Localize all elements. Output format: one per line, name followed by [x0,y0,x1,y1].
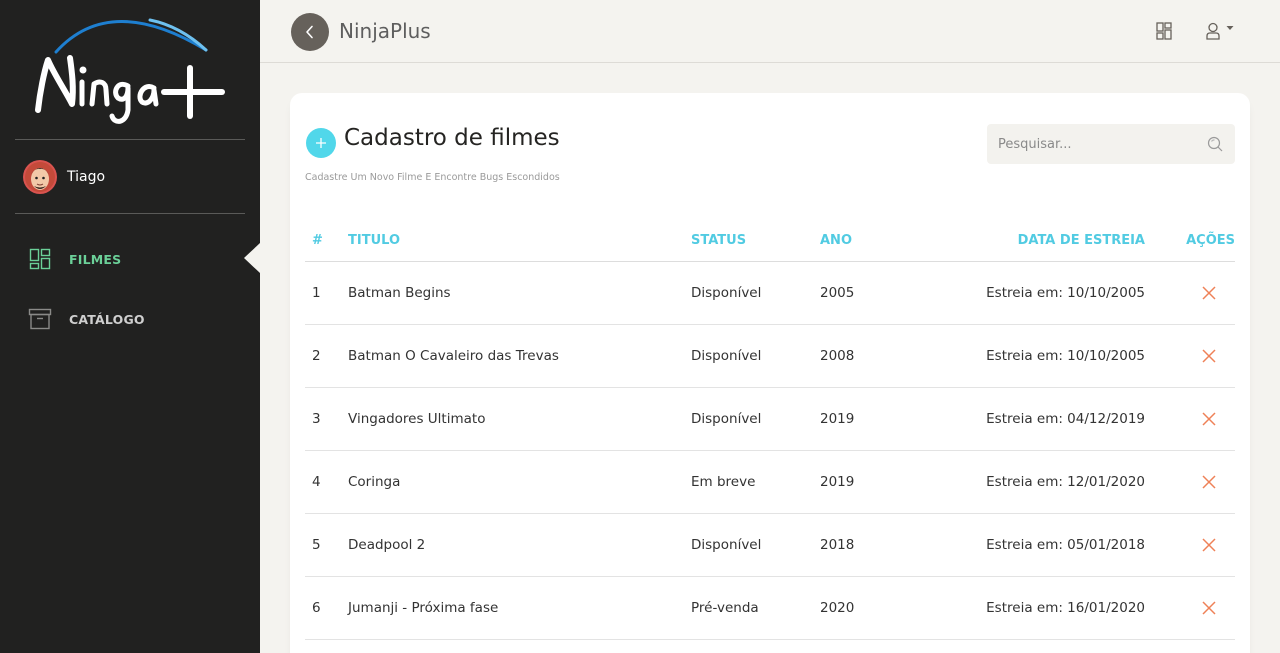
movie-release-date: Estreia em: 16/01/2020 [920,576,1145,640]
dashboard-icon [29,248,51,270]
sidebar-item-label: CATÁLOGO [69,311,145,327]
row-actions [1145,576,1235,640]
movie-title[interactable]: Batman O Cavaleiro das Trevas [348,324,691,388]
movie-release-date: Estreia em: 12/01/2020 [920,450,1145,514]
top-navbar: NinjaPlus [260,0,1280,63]
user-menu-dropdown[interactable] [1206,22,1235,40]
row-actions [1145,450,1235,514]
table-row: 3 Vingadores Ultimato Disponível 2019 Es… [305,387,1235,451]
active-indicator [244,243,260,273]
sidebar-divider [15,139,245,140]
table-row: 1 Batman Begins Disponível 2005 Estreia … [305,261,1235,325]
sidebar-item-catalogo[interactable]: CATÁLOGO [28,305,145,333]
column-header-number[interactable]: # [305,218,348,262]
movie-year: 2020 [820,576,920,640]
delete-x-icon[interactable] [1201,600,1217,616]
row-number: 5 [305,513,348,577]
movie-release-date: Estreia em: 10/10/2005 [920,324,1145,388]
table-row: 2 Batman O Cavaleiro das Trevas Disponív… [305,324,1235,388]
archive-box-icon [28,308,52,330]
sidebar-item-filmes[interactable]: FILMES [28,245,121,273]
table-row: 5 Deadpool 2 Disponível 2018 Estreia em:… [305,513,1235,577]
user-icon [1206,22,1220,40]
row-number: 1 [305,261,348,325]
sidebar-divider [15,213,245,214]
delete-x-icon[interactable] [1201,537,1217,553]
movie-year: 2018 [820,513,920,577]
back-button[interactable] [291,13,329,51]
column-header-year[interactable]: ANO [820,218,920,262]
movie-status: Disponível [691,324,820,388]
delete-x-icon[interactable] [1201,474,1217,490]
movie-year: 2008 [820,324,920,388]
add-movie-button[interactable] [306,128,336,158]
column-header-actions: AÇÕES [1145,218,1235,262]
movie-year: 2019 [820,450,920,514]
caret-down-icon [1226,26,1234,30]
movies-table: # TITULO STATUS ANO DATA DE ESTREIA AÇÕE… [305,218,1235,640]
movies-card: Cadastro de filmes Cadastre Um Novo Film… [290,93,1250,653]
movie-title[interactable]: Jumanji - Próxima fase [348,576,691,640]
page-subtitle: Cadastre Um Novo Filme E Encontre Bugs E… [305,172,560,183]
delete-x-icon[interactable] [1201,285,1217,301]
table-header-row: # TITULO STATUS ANO DATA DE ESTREIA AÇÕE… [305,218,1235,262]
movie-status: Disponível [691,513,820,577]
movie-release-date: Estreia em: 05/01/2018 [920,513,1145,577]
chevron-left-icon [306,25,313,39]
sidebar: Tiago FILMES CATÁLOGO [0,0,260,653]
movie-title[interactable]: Coringa [348,450,691,514]
movie-year: 2005 [820,261,920,325]
table-row: 4 Coringa Em breve 2019 Estreia em: 12/0… [305,450,1235,514]
page-title: Cadastro de filmes [344,125,560,151]
table-row: 6 Jumanji - Próxima fase Pré-venda 2020 … [305,576,1235,640]
column-header-title[interactable]: TITULO [348,218,691,262]
row-actions [1145,513,1235,577]
movie-title[interactable]: Deadpool 2 [348,513,691,577]
row-actions [1145,261,1235,325]
movie-title[interactable]: Vingadores Ultimato [348,387,691,451]
table-body: 1 Batman Begins Disponível 2005 Estreia … [305,261,1235,640]
row-number: 2 [305,324,348,388]
ninja-plus-logo[interactable] [30,12,230,130]
column-header-status[interactable]: STATUS [691,218,820,262]
movie-release-date: Estreia em: 04/12/2019 [920,387,1145,451]
row-number: 4 [305,450,348,514]
movie-status: Em breve [691,450,820,514]
movie-release-date: Estreia em: 10/10/2005 [920,261,1145,325]
navbar-brand[interactable]: NinjaPlus [339,19,431,43]
movie-year: 2019 [820,387,920,451]
user-name: Tiago [67,169,106,185]
layout-grid-icon[interactable] [1156,22,1172,40]
search-input[interactable] [987,124,1197,164]
movie-status: Pré-venda [691,576,820,640]
user-profile[interactable]: Tiago [23,160,105,194]
row-number: 3 [305,387,348,451]
row-actions [1145,324,1235,388]
delete-x-icon[interactable] [1201,411,1217,427]
plus-icon [316,138,326,148]
search-box [987,124,1235,164]
movie-status: Disponível [691,261,820,325]
row-actions [1145,387,1235,451]
sidebar-item-label: FILMES [69,251,122,267]
movie-title[interactable]: Batman Begins [348,261,691,325]
column-header-release-date[interactable]: DATA DE ESTREIA [920,218,1145,262]
movie-status: Disponível [691,387,820,451]
row-number: 6 [305,576,348,640]
search-icon[interactable] [1207,136,1223,152]
avatar [23,160,57,194]
delete-x-icon[interactable] [1201,348,1217,364]
